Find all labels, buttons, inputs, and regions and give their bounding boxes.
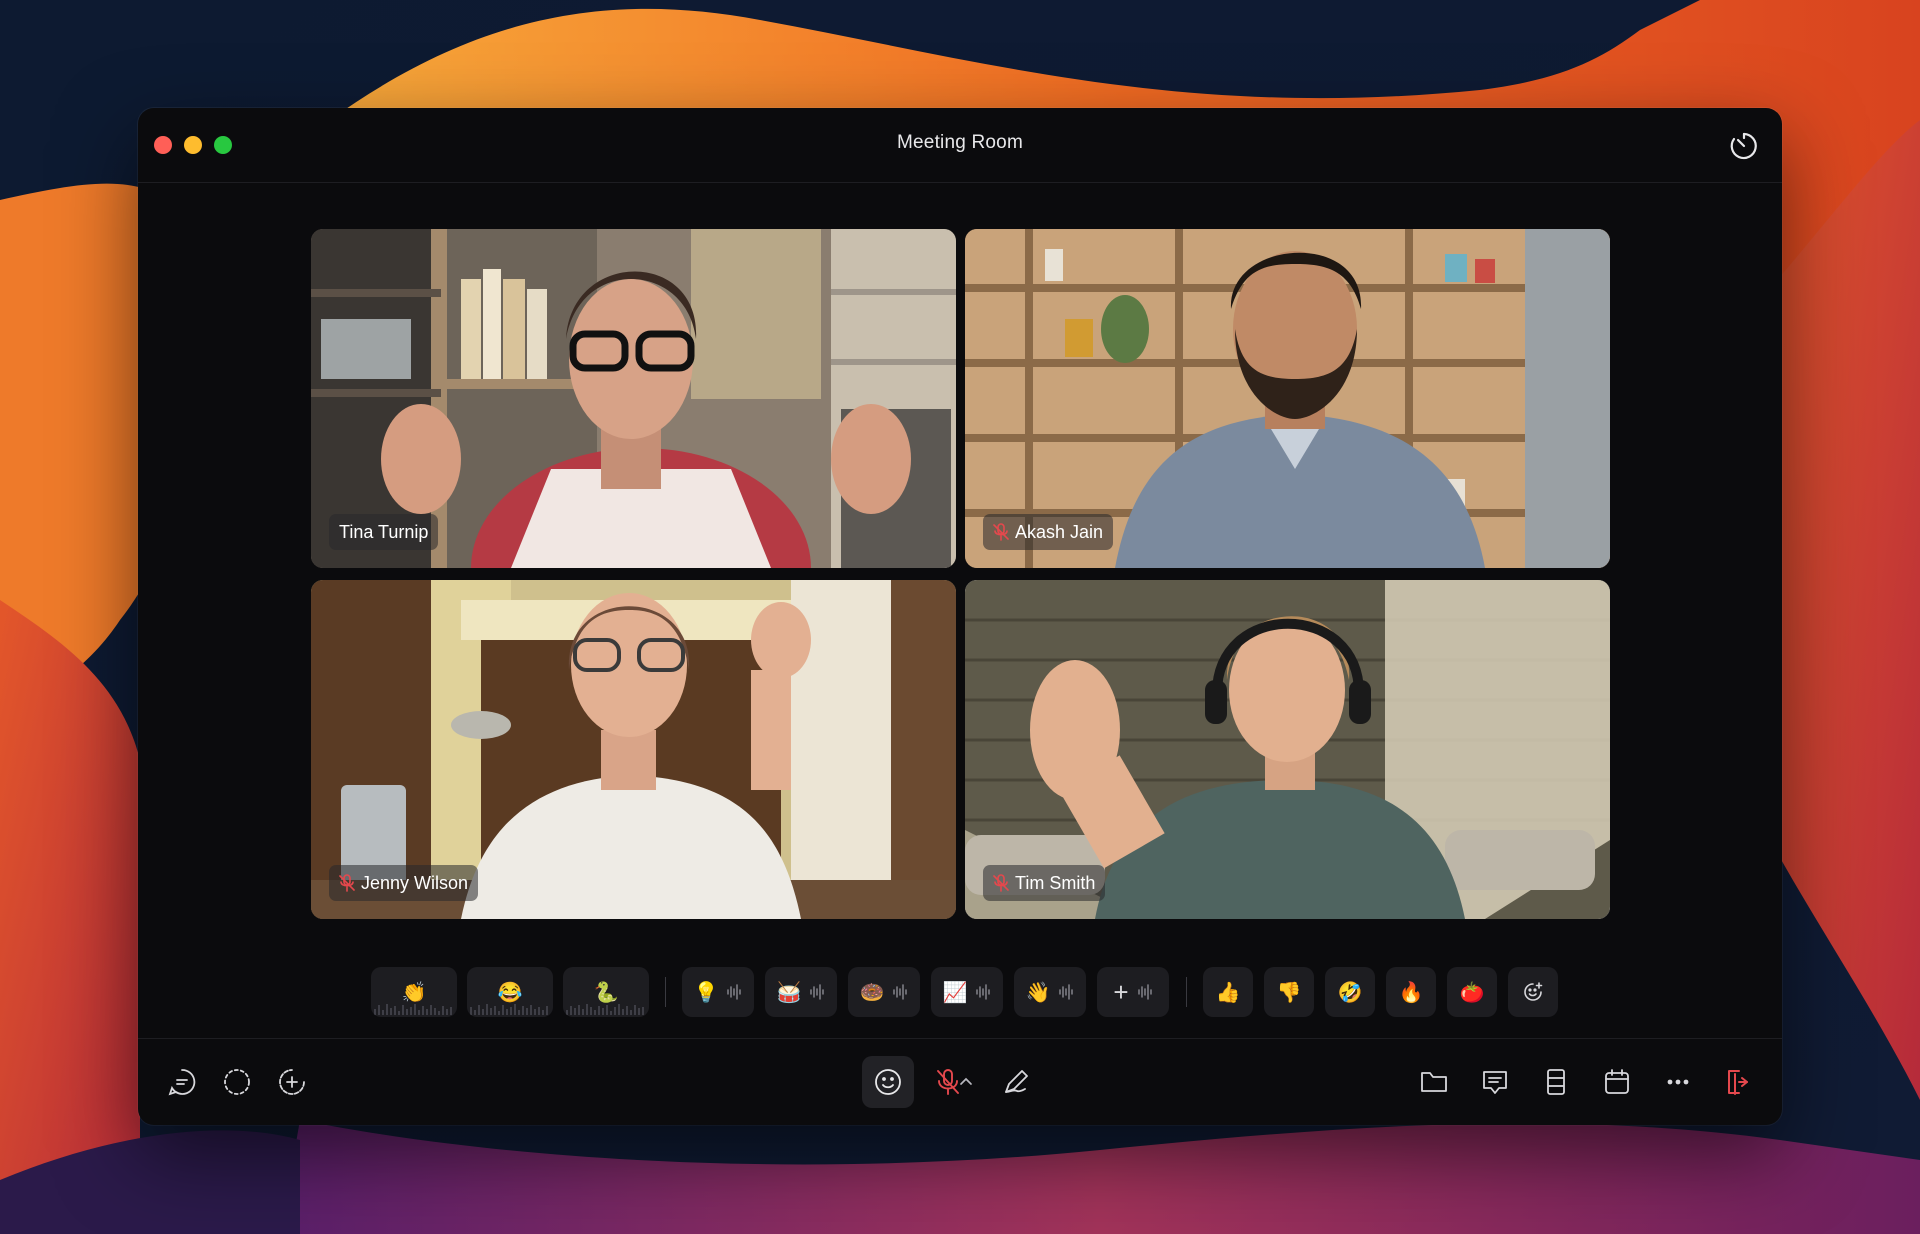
sound-wave-icon bbox=[727, 984, 742, 1000]
reaction-thumbs-up[interactable]: 👍 bbox=[1203, 967, 1253, 1017]
video-tile[interactable]: Tina Turnip bbox=[311, 229, 956, 568]
audio-level-icon bbox=[374, 1004, 452, 1015]
moon-icon bbox=[224, 1069, 250, 1095]
reaction-rofl[interactable]: 🤣 bbox=[1325, 967, 1375, 1017]
title-bar: Meeting Room bbox=[138, 108, 1782, 183]
more-icon bbox=[1667, 1079, 1689, 1085]
audio-level-icon bbox=[566, 1004, 644, 1015]
pen-sparkle-icon bbox=[1005, 1070, 1028, 1093]
window-title: Meeting Room bbox=[897, 132, 1023, 153]
participant-name-tag: Tim Smith bbox=[983, 865, 1106, 901]
layout-button[interactable] bbox=[1530, 1056, 1582, 1108]
reaction-bar: 👏 😂 🐍 💡 🥁 🍩 📈 👋 + 👍 👎 🤣 🔥 🍅 bbox=[371, 966, 1569, 1018]
comment-icon bbox=[1483, 1071, 1507, 1094]
sound-wave-icon bbox=[810, 984, 825, 1000]
waving-hand-emoji-icon: 👋 bbox=[1025, 981, 1051, 1004]
chart-emoji-icon: 📈 bbox=[942, 981, 968, 1004]
emoji-button[interactable] bbox=[862, 1056, 914, 1108]
folder-icon bbox=[1421, 1072, 1447, 1092]
donut-emoji-icon: 🍩 bbox=[859, 981, 885, 1004]
participant-name: Tim Smith bbox=[1015, 872, 1096, 893]
sound-reaction-snake[interactable]: 🐍 bbox=[563, 967, 649, 1017]
participant-name: Akash Jain bbox=[1015, 521, 1104, 542]
soundboard-wave[interactable]: 👋 bbox=[1014, 967, 1086, 1017]
chevron-up-icon bbox=[960, 1077, 972, 1085]
reaction-tomato[interactable]: 🍅 bbox=[1447, 967, 1497, 1017]
participant-name-tag: Tina Turnip bbox=[329, 514, 439, 550]
mic-options-button[interactable] bbox=[954, 1056, 978, 1108]
sound-reaction-laugh[interactable]: 😂 bbox=[467, 967, 553, 1017]
tomato-emoji-icon: 🍅 bbox=[1459, 981, 1485, 1004]
soundboard-donut[interactable]: 🍩 bbox=[848, 967, 920, 1017]
chat-button[interactable] bbox=[156, 1056, 208, 1108]
layout-icon bbox=[1547, 1069, 1565, 1095]
video-tile[interactable]: Jenny Wilson bbox=[311, 580, 956, 919]
meeting-window: Meeting Room Tina Turnip Akash Jain Jenn… bbox=[138, 108, 1782, 1125]
mic-muted-icon bbox=[993, 874, 1009, 892]
add-button[interactable] bbox=[266, 1056, 318, 1108]
audio-level-icon bbox=[470, 1004, 548, 1015]
drum-emoji-icon: 🥁 bbox=[776, 981, 802, 1004]
rofl-emoji-icon: 🤣 bbox=[1337, 981, 1363, 1004]
video-tile-active[interactable]: Tim Smith bbox=[965, 580, 1610, 919]
add-reaction-button[interactable] bbox=[1508, 967, 1558, 1017]
reaction-fire[interactable]: 🔥 bbox=[1386, 967, 1436, 1017]
focus-mode-button[interactable] bbox=[211, 1056, 263, 1108]
participant-name: Tina Turnip bbox=[339, 521, 429, 542]
divider bbox=[665, 977, 666, 1007]
thumbs-down-emoji-icon: 👎 bbox=[1276, 981, 1302, 1004]
calendar-icon bbox=[1605, 1069, 1629, 1094]
soundboard-chart[interactable]: 📈 bbox=[931, 967, 1003, 1017]
lightbulb-emoji-icon: 💡 bbox=[693, 981, 719, 1004]
add-circle-icon bbox=[279, 1069, 305, 1095]
timer-icon[interactable] bbox=[1728, 130, 1760, 162]
more-button[interactable] bbox=[1652, 1056, 1704, 1108]
sound-wave-icon bbox=[1137, 984, 1152, 1000]
sound-wave-icon bbox=[893, 984, 908, 1000]
sound-wave-icon bbox=[976, 984, 991, 1000]
participant-name-tag: Akash Jain bbox=[983, 514, 1114, 550]
video-grid: Tina Turnip Akash Jain Jenny Wilson Tim … bbox=[311, 229, 1610, 919]
emoji-icon bbox=[875, 1069, 901, 1095]
mic-muted-icon bbox=[993, 523, 1009, 541]
mic-muted-icon bbox=[339, 874, 355, 892]
reaction-thumbs-down[interactable]: 👎 bbox=[1264, 967, 1314, 1017]
soundboard-add[interactable]: + bbox=[1097, 967, 1169, 1017]
soundboard-idea[interactable]: 💡 bbox=[682, 967, 754, 1017]
divider bbox=[1186, 977, 1187, 1007]
files-button[interactable] bbox=[1408, 1056, 1460, 1108]
chat-bubble-icon bbox=[168, 1069, 196, 1096]
participant-name: Jenny Wilson bbox=[361, 872, 469, 893]
plus-icon: + bbox=[1113, 976, 1129, 1007]
sound-reaction-clap[interactable]: 👏 bbox=[371, 967, 457, 1017]
leave-call-button[interactable] bbox=[1711, 1056, 1763, 1108]
fire-emoji-icon: 🔥 bbox=[1398, 981, 1424, 1004]
soundboard-drum[interactable]: 🥁 bbox=[765, 967, 837, 1017]
thumbs-up-emoji-icon: 👍 bbox=[1215, 981, 1241, 1004]
sound-wave-icon bbox=[1059, 984, 1074, 1000]
participant-name-tag: Jenny Wilson bbox=[329, 865, 479, 901]
annotate-button[interactable] bbox=[990, 1056, 1042, 1108]
control-bar bbox=[138, 1038, 1782, 1125]
messages-button[interactable] bbox=[1469, 1056, 1521, 1108]
add-emoji-icon bbox=[1524, 982, 1543, 1001]
video-tile[interactable]: Akash Jain bbox=[965, 229, 1610, 568]
leave-icon bbox=[1728, 1070, 1748, 1095]
calendar-button[interactable] bbox=[1591, 1056, 1643, 1108]
